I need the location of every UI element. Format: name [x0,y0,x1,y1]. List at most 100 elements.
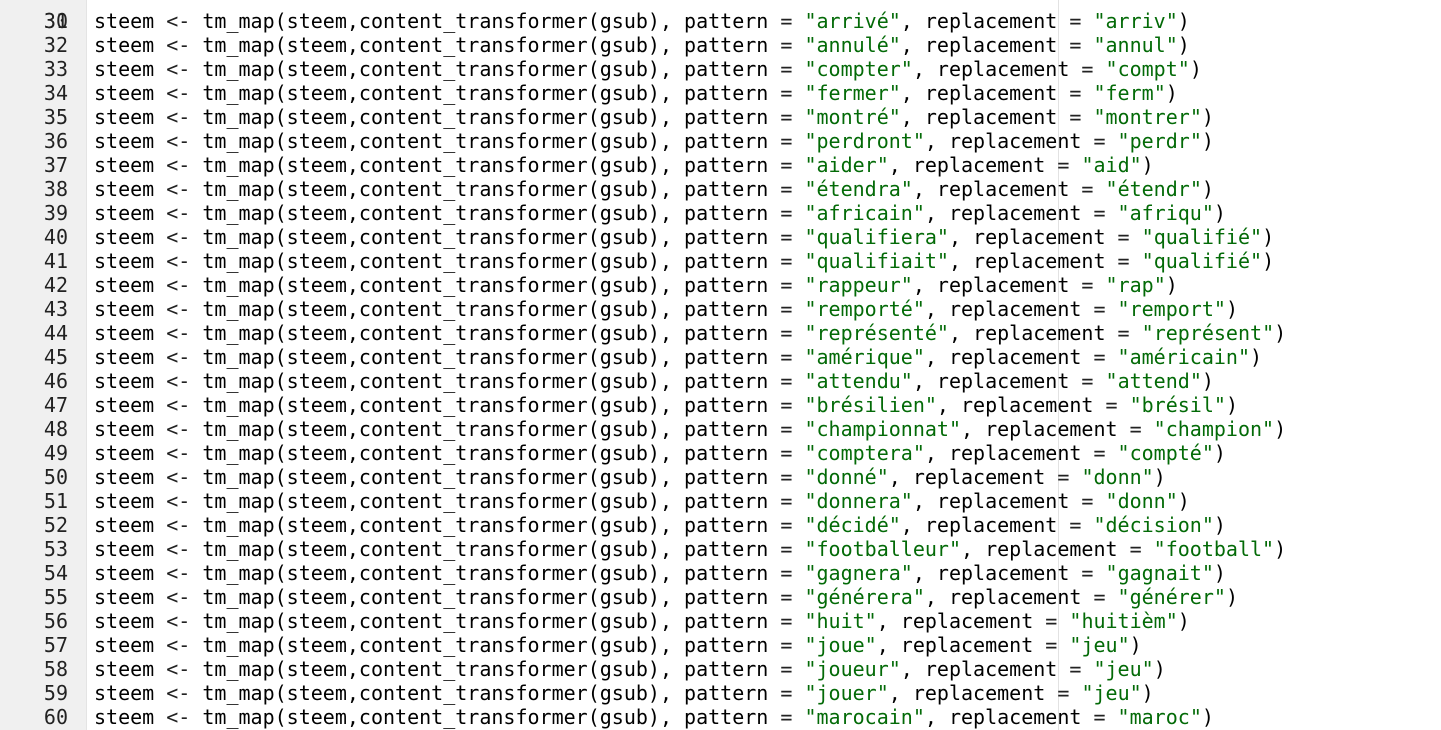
assign-operator: <- [166,105,191,129]
code-text: steem <- tm_map(steem,content_transforme… [94,609,1190,633]
quote: " [804,249,817,273]
code-line[interactable]: 38 steem <- tm_map(steem,content_transfor… [0,177,1441,201]
code-token: tm_map(steem,content_transformer(gsub), … [190,513,781,537]
replacement-string: perdr [1129,129,1190,153]
code-token: tm_map(steem,content_transformer(gsub), … [190,561,781,585]
quote: " [1105,57,1118,81]
replacement-string: qualifié [1153,225,1251,249]
equals-operator: = [780,369,793,393]
code-line[interactable]: 40 steem <- tm_map(steem,content_transfor… [0,225,1441,249]
quote: " [1069,633,1082,657]
code-line[interactable]: 35 steem <- tm_map(steem,content_transfor… [0,105,1441,129]
code-line[interactable]: 59 steem <- tm_map(steem,content_transfor… [0,681,1441,705]
code-token: , replacement [924,585,1094,609]
pattern-string: huit [816,609,865,633]
assign-operator: <- [166,129,191,153]
code-line[interactable]: 56 steem <- tm_map(steem,content_transfor… [0,609,1441,633]
code-line[interactable]: 55 steem <- tm_map(steem,content_transfor… [0,585,1441,609]
replacement-string: champion [1165,417,1263,441]
replacement-string: donn [1093,465,1142,489]
quote: " [864,633,877,657]
equals-operator: = [780,705,793,729]
code-token: ) [1213,561,1226,585]
code-text: steem <- tm_map(steem,content_transforme… [94,297,1238,321]
code-line[interactable]: 52 steem <- tm_map(steem,content_transfor… [0,513,1441,537]
replacement-string: jeu [1105,657,1142,681]
quote: " [1129,681,1142,705]
code-text: steem <- tm_map(steem,content_transforme… [94,177,1214,201]
quote: " [804,633,817,657]
code-line[interactable]: 54 steem <- tm_map(steem,content_transfor… [0,561,1441,585]
replacement-string: huitièm [1081,609,1166,633]
code-token: , replacement [876,633,1046,657]
assign-operator: <- [166,537,191,561]
code-line[interactable]: 50 steem <- tm_map(steem,content_transfor… [0,465,1441,489]
code-line[interactable]: 39 steem <- tm_map(steem,content_transfor… [0,201,1441,225]
code-token: , replacement [900,657,1070,681]
code-token: steem [94,705,167,729]
code-line[interactable]: 31 steem <- tm_map(steem,content_transfor… [0,9,1441,33]
quote: " [1093,513,1106,537]
code-token: steem [94,657,167,681]
quote: " [900,489,913,513]
code-line[interactable]: 37 steem <- tm_map(steem,content_transfor… [0,153,1441,177]
code-line[interactable]: 30 [0,0,1441,33]
replacement-string: compt [1117,57,1178,81]
code-line[interactable]: 51 steem <- tm_map(steem,content_transfor… [0,489,1441,513]
code-token: , replacement [912,561,1082,585]
code-line[interactable]: 41 steem <- tm_map(steem,content_transfor… [0,249,1441,273]
code-token: tm_map(steem,content_transformer(gsub), … [190,273,781,297]
pattern-string: générera [816,585,913,609]
code-line[interactable]: 33 steem <- tm_map(steem,content_transfor… [0,57,1441,81]
quote: " [888,657,901,681]
code-line[interactable]: 34 steem <- tm_map(steem,content_transfor… [0,81,1441,105]
equals-operator: = [780,537,793,561]
quote: " [1213,585,1226,609]
assign-operator: <- [166,465,191,489]
pattern-string: donnera [816,489,901,513]
equals-operator: = [1093,705,1106,729]
code-token: ) [1274,321,1287,345]
quote: " [804,297,817,321]
line-number: 44 [43,321,68,345]
code-token: , replacement [900,105,1070,129]
replacement-string: arriv [1105,9,1166,33]
code-line[interactable]: 49 steem <- tm_map(steem,content_transfor… [0,441,1441,465]
code-line[interactable]: 32 steem <- tm_map(steem,content_transfor… [0,33,1441,57]
code-line[interactable]: 46 steem <- tm_map(steem,content_transfor… [0,369,1441,393]
code-line[interactable]: 60 steem <- tm_map(steem,content_transfor… [0,705,1441,729]
code-line[interactable]: 58 steem <- tm_map(steem,content_transfor… [0,657,1441,681]
code-line[interactable]: 36 steem <- tm_map(steem,content_transfor… [0,129,1441,153]
quote: " [888,513,901,537]
quote: " [1237,345,1251,369]
code-line[interactable]: 47 steem <- tm_map(steem,content_transfor… [0,393,1441,417]
line-number: 35 [43,105,68,129]
quote: " [1189,129,1202,153]
quote: " [804,33,817,57]
code-line[interactable]: 48 steem <- tm_map(steem,content_transfor… [0,417,1441,441]
code-line[interactable]: 43 steem <- tm_map(steem,content_transfor… [0,297,1441,321]
quote: " [1081,153,1094,177]
code-text: steem <- tm_map(steem,content_transforme… [94,273,1178,297]
line-number: 57 [43,633,68,657]
quote: " [1262,321,1275,345]
code-line[interactable]: 57 steem <- tm_map(steem,content_transfor… [0,633,1441,657]
quote: " [804,273,817,297]
assign-operator: <- [166,513,191,537]
code-line[interactable]: 44 steem <- tm_map(steem,content_transfor… [0,321,1441,345]
code-line[interactable]: 45 steem <- tm_map(steem,content_transfor… [0,345,1441,369]
line-number: 34 [43,81,68,105]
quote: " [804,513,817,537]
code-line[interactable]: 42 steem <- tm_map(steem,content_transfor… [0,273,1441,297]
code-editor[interactable]: 30 31 steem <- tm_map(steem,content_trans… [0,0,1441,730]
equals-operator: = [1057,681,1070,705]
pattern-string: aider [816,153,877,177]
code-line[interactable]: 53 steem <- tm_map(steem,content_transfor… [0,537,1441,561]
